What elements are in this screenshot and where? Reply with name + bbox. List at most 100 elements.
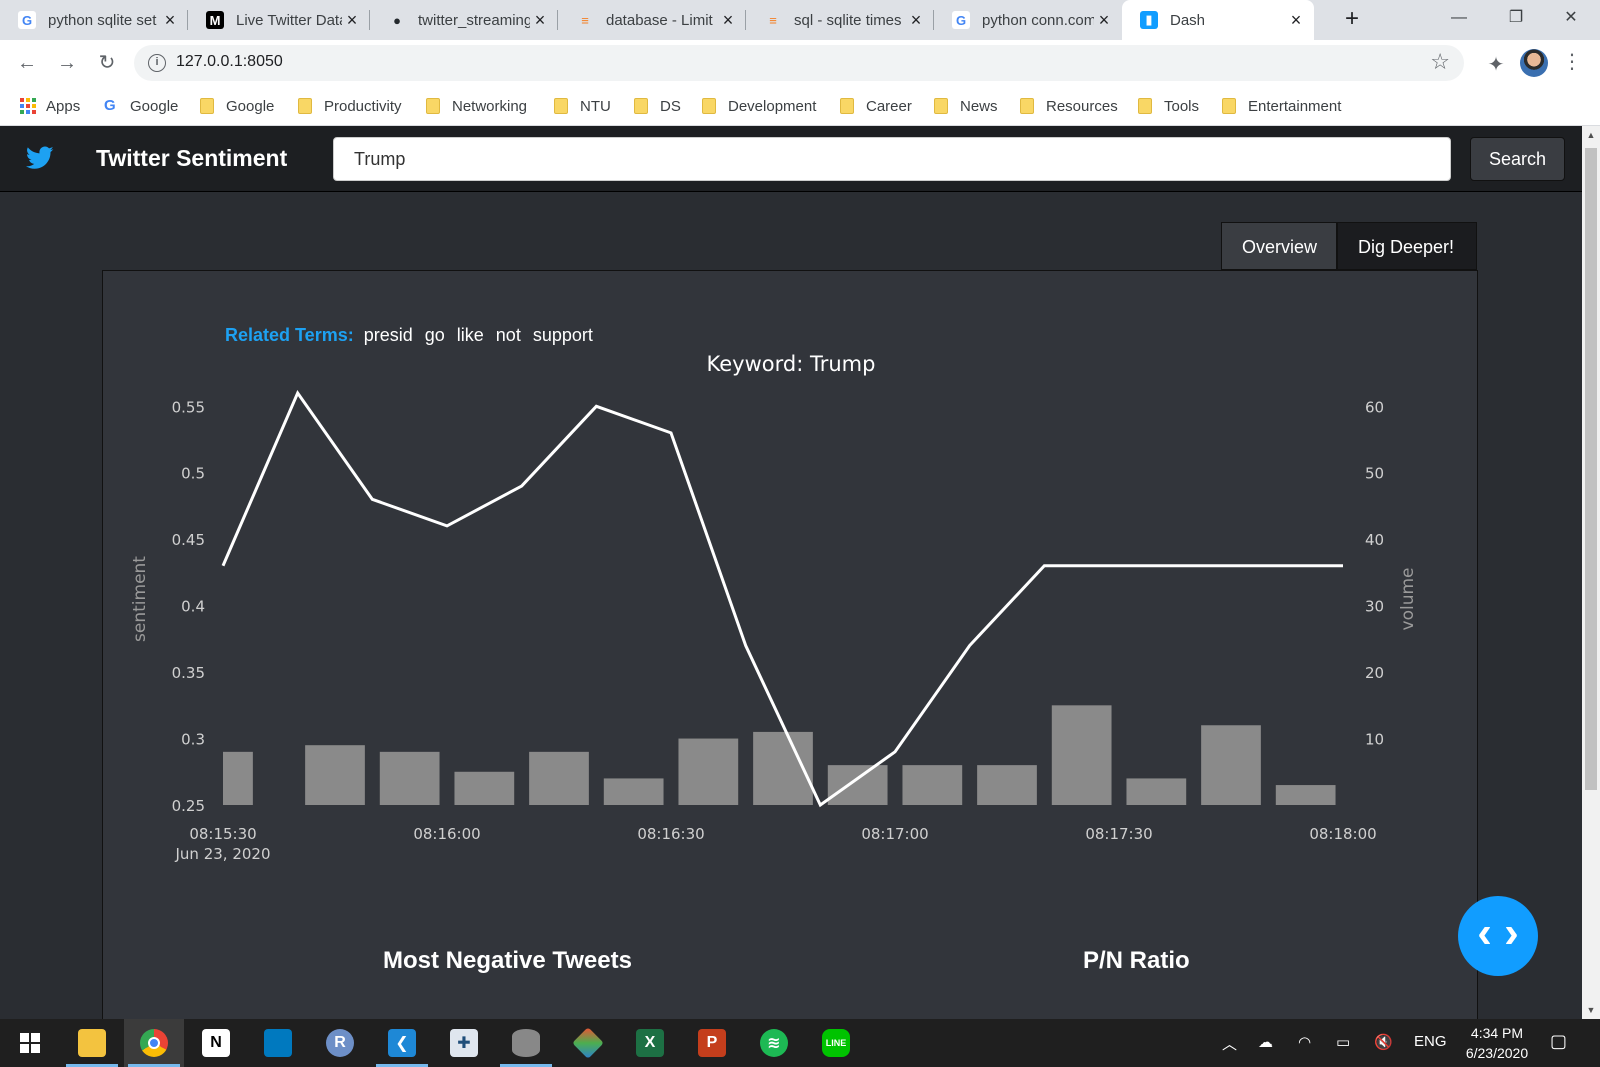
close-tab-icon[interactable]: × xyxy=(1094,10,1114,31)
bookmark-item[interactable]: Google xyxy=(200,94,274,118)
bookmark-label: Google xyxy=(226,97,275,115)
language-indicator[interactable]: ENG xyxy=(1414,1033,1447,1050)
file-explorer-icon[interactable] xyxy=(62,1019,122,1067)
app-brand-title: Twitter Sentiment xyxy=(96,145,288,171)
windows-start-icon[interactable] xyxy=(0,1019,60,1067)
extensions-icon[interactable]: ✦ xyxy=(1484,52,1508,76)
line-app-icon[interactable]: LINE xyxy=(806,1019,866,1067)
chart-bar xyxy=(1126,778,1187,805)
folder-icon xyxy=(554,98,568,114)
stackoverflow-icon: ≡ xyxy=(769,12,777,28)
notion-icon[interactable]: N xyxy=(186,1019,246,1067)
spotify-icon[interactable]: ≋ xyxy=(744,1019,804,1067)
close-tab-icon[interactable]: × xyxy=(906,10,926,31)
page-scrollbar[interactable]: ▲ ▼ xyxy=(1582,126,1600,1019)
dash-devtools-button[interactable]: ‹ › xyxy=(1458,896,1538,976)
r-language-icon[interactable]: R xyxy=(310,1019,370,1067)
pn-ratio-title: P/N Ratio xyxy=(1083,947,1190,974)
dash-icon: ▮ xyxy=(1140,11,1158,29)
site-info-icon[interactable]: i xyxy=(148,54,166,72)
search-button[interactable]: Search xyxy=(1470,137,1565,181)
bookmark-item[interactable]: Tools xyxy=(1138,94,1199,118)
onedrive-icon[interactable]: ☁ xyxy=(1258,1033,1273,1051)
browser-tab[interactable]: Gpython conn.com × xyxy=(934,0,1122,40)
chart-bar xyxy=(827,765,888,805)
scrollbar-thumb[interactable] xyxy=(1585,148,1597,790)
tableau-icon[interactable]: ✚ xyxy=(434,1019,494,1067)
address-bar[interactable]: i 127.0.0.1:8050 ☆ xyxy=(134,45,1464,81)
chart-bar xyxy=(1275,785,1336,805)
tab-overview[interactable]: Overview xyxy=(1221,222,1337,270)
database-icon[interactable] xyxy=(496,1019,556,1067)
chrome-icon[interactable] xyxy=(124,1019,184,1067)
scroll-down-icon[interactable]: ▼ xyxy=(1582,1001,1600,1019)
bookmark-item[interactable]: Apps xyxy=(20,94,80,118)
wifi-icon[interactable]: ◠ xyxy=(1298,1033,1311,1051)
notifications-icon[interactable]: ▢ xyxy=(1550,1031,1567,1052)
git-icon[interactable] xyxy=(558,1019,618,1067)
browser-tab[interactable]: M Live Twitter Data × xyxy=(188,0,370,40)
sentiment-volume-chart[interactable]: Keyword: Trump 0.25 0.3 0.35 0.4 0.45 0.5 0.55 1… xyxy=(103,271,1479,921)
bookmark-item[interactable]: Development xyxy=(702,94,816,118)
new-tab-button[interactable]: + xyxy=(1338,6,1366,34)
clock[interactable]: 4:34 PM 6/23/2020 xyxy=(1460,1023,1534,1063)
chart-bar xyxy=(379,751,440,805)
trello-icon[interactable] xyxy=(248,1019,308,1067)
tray-overflow-icon[interactable]: ︿ xyxy=(1222,1033,1237,1054)
bookmark-item[interactable]: Productivity xyxy=(298,94,402,118)
folder-icon xyxy=(1222,98,1236,114)
reload-icon[interactable]: ↻ xyxy=(92,48,122,78)
google-icon: G xyxy=(952,11,970,29)
y2-axis-label: volume xyxy=(1398,568,1418,631)
bookmark-item[interactable]: Career xyxy=(840,94,912,118)
close-tab-icon[interactable]: × xyxy=(1286,10,1306,31)
x-tick-label: 08:17:30 xyxy=(1085,825,1152,843)
scroll-up-icon[interactable]: ▲ xyxy=(1582,126,1600,144)
close-tab-icon[interactable]: × xyxy=(342,10,362,31)
excel-icon[interactable]: X xyxy=(620,1019,680,1067)
keyword-search-input[interactable] xyxy=(333,137,1451,181)
bookmark-label: Resources xyxy=(1046,97,1118,115)
close-window-icon[interactable]: ✕ xyxy=(1545,0,1597,40)
close-tab-icon[interactable]: × xyxy=(160,10,180,31)
bookmark-item[interactable]: Networking xyxy=(426,94,527,118)
browser-tab[interactable]: ▮ Dash × xyxy=(1122,0,1314,40)
vscode-icon[interactable]: ❮ xyxy=(372,1019,432,1067)
browser-tab-strip: Gpython sqlite set × M Live Twitter Data × ● t… xyxy=(0,0,1600,40)
bookmark-star-icon[interactable]: ☆ xyxy=(1430,49,1450,75)
chart-bar xyxy=(977,765,1037,805)
bookmark-item[interactable]: G Google xyxy=(104,94,178,118)
bookmark-label: DS xyxy=(660,97,681,115)
back-icon[interactable]: ← xyxy=(12,48,42,78)
browser-tab-title: Live Twitter Data xyxy=(236,11,342,29)
forward-icon[interactable]: → xyxy=(52,48,82,78)
bookmark-item[interactable]: DS xyxy=(634,94,681,118)
powerpoint-icon[interactable]: P xyxy=(682,1019,742,1067)
bookmark-item[interactable]: Entertainment xyxy=(1222,94,1341,118)
chart-bar xyxy=(223,751,253,805)
browser-tab[interactable]: ● twitter_streaming × xyxy=(370,0,558,40)
bookmark-item[interactable]: NTU xyxy=(554,94,611,118)
restore-icon[interactable]: ❐ xyxy=(1490,0,1542,40)
minimize-icon[interactable]: — xyxy=(1433,0,1485,40)
browser-tab[interactable]: ≡ sql - sqlite times × xyxy=(746,0,934,40)
browser-tab[interactable]: ≡ database - Limit × xyxy=(558,0,746,40)
tab-dig-deeper[interactable]: Dig Deeper! xyxy=(1337,222,1477,270)
browser-tab-title: sql - sqlite times xyxy=(794,11,902,29)
browser-tab-title: twitter_streaming xyxy=(418,11,530,29)
y2-tick-label: 20 xyxy=(1365,664,1384,682)
folder-icon xyxy=(200,98,214,114)
browser-tab[interactable]: Gpython sqlite set × xyxy=(0,0,188,40)
bookmark-item[interactable]: Resources xyxy=(1020,94,1118,118)
close-tab-icon[interactable]: × xyxy=(718,10,738,31)
browser-menu-icon[interactable]: ⋮ xyxy=(1562,50,1582,76)
volume-muted-icon[interactable]: 🔇 xyxy=(1374,1033,1393,1051)
bookmark-item[interactable]: News xyxy=(934,94,998,118)
close-tab-icon[interactable]: × xyxy=(530,10,550,31)
x-tick-date: Jun 23, 2020 xyxy=(174,845,270,863)
profile-avatar[interactable] xyxy=(1520,49,1548,77)
browser-toolbar: ← → ↻ i 127.0.0.1:8050 ☆ xyxy=(0,40,1600,86)
chart-bar xyxy=(678,738,739,805)
battery-icon[interactable]: ▭ xyxy=(1336,1033,1350,1051)
chart-bar xyxy=(454,771,515,805)
